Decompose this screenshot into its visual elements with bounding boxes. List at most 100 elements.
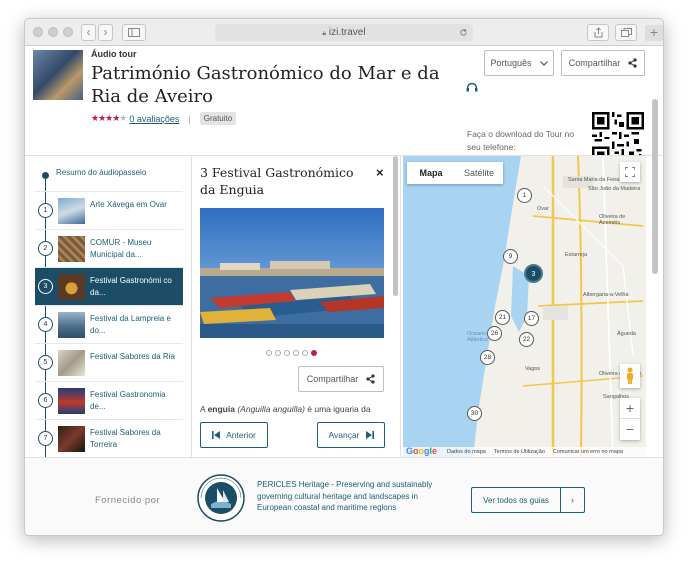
sidebar-item-sabores-ria[interactable]: 5 Festival Sabores da Ria [35, 343, 183, 381]
close-window-button[interactable] [33, 27, 43, 37]
sidebar-item-festival-lampreia[interactable]: 4 Festival da Lampreia e do... [35, 305, 183, 343]
language-label: Português [490, 58, 532, 68]
address-text: izi.travel [328, 27, 366, 38]
map-pin[interactable]: 22 [519, 332, 534, 347]
zoom-in-button[interactable]: + [620, 398, 640, 418]
forward-button[interactable]: › [98, 24, 113, 41]
tab-satellite[interactable]: Satélite [455, 162, 503, 184]
star-rating: ★★★★★ [91, 113, 127, 123]
summary-link[interactable]: Resumo do áudiopasseio [56, 168, 146, 177]
share-icon [594, 27, 602, 38]
rating-row: ★★★★★ 0 avaliações | Gratuito [91, 112, 237, 125]
page-footer: Fornecido por PERICLES Heritage - Preser… [25, 457, 663, 535]
lock-icon: 🔒︎ [322, 30, 327, 37]
next-label: Avançar [328, 430, 360, 440]
org-description: PERICLES Heritage - Preserving and susta… [257, 480, 433, 512]
map-data-link[interactable]: Dados do mapa [447, 449, 486, 455]
stop-description: A enguia (Anguilla anguilla) é uma iguar… [200, 404, 371, 414]
stops-sidebar: Resumo do áudiopasseio 1 Arte Xávega em … [35, 156, 193, 457]
stop-label: Arte Xávega em Ovar [90, 200, 167, 209]
map-place-label: Santa Maria da Feira [568, 177, 620, 183]
sidebar-item-sabores-torreira[interactable]: 7 Festival Sabores da Torreira [35, 419, 183, 457]
photo-pagination [266, 350, 317, 356]
stop-thumbnail [58, 236, 85, 262]
address-bar[interactable]: 🔒︎ izi.travel [215, 24, 473, 41]
map-place-label: Estarreja [565, 252, 588, 258]
map-pin[interactable]: 17 [524, 311, 539, 326]
fullscreen-button[interactable] [620, 162, 640, 182]
stop-share-button[interactable]: Compartilhar [298, 366, 384, 392]
map-place-label: São João da Madeira [588, 186, 641, 192]
tour-thumbnail [33, 50, 83, 100]
maximize-window-button[interactable] [63, 27, 73, 37]
sidebar-item-gastronomia[interactable]: 6 Festival Gastronomia de... [35, 381, 183, 419]
map-terms-link[interactable]: Termos de Utilização [494, 449, 545, 455]
tour-type-label: Áudio tour [91, 49, 137, 59]
zoom-controls: + − [620, 398, 640, 440]
pagination-dot[interactable] [284, 350, 290, 356]
pagination-dot[interactable] [275, 350, 281, 356]
provided-by-label: Fornecido por [95, 495, 161, 506]
stop-title: 3 Festival Gastronómico da Enguia [200, 165, 354, 197]
stop-number: 6 [38, 393, 53, 408]
tab-map[interactable]: Mapa [407, 162, 455, 184]
stop-thumbnail [58, 274, 85, 300]
minimize-window-button[interactable] [48, 27, 58, 37]
detail-scrollbar[interactable] [393, 156, 398, 296]
stop-label: Festival Gastronómi co da... [90, 276, 172, 297]
zoom-out-button[interactable]: − [620, 418, 640, 439]
map-pin[interactable]: 26 [487, 326, 502, 341]
pagination-dot[interactable] [266, 350, 272, 356]
map-view[interactable]: Santa Maria da Feira São João da Madeira… [403, 156, 646, 457]
map-pin[interactable]: 30 [467, 406, 482, 421]
stop-thumbnail [58, 388, 85, 414]
stop-detail-panel: 3 Festival Gastronómico da Enguia × Comp… [191, 156, 401, 457]
download-text: Faça o download do Tour no seu telefone: [467, 129, 575, 152]
fullscreen-icon [624, 166, 636, 178]
pegman-icon [627, 367, 633, 384]
next-button[interactable]: Avançar [317, 422, 385, 448]
map-place-label: Oliveira de Azeméis [599, 214, 626, 226]
share-browser-button[interactable] [587, 24, 609, 41]
pagination-dot-active[interactable] [311, 350, 317, 356]
language-select[interactable]: Português [484, 50, 554, 76]
back-button[interactable]: ‹ [81, 24, 96, 41]
stop-photo [200, 208, 384, 338]
pagination-dot[interactable] [293, 350, 299, 356]
sidebar-item-festival-enguia[interactable]: 3 Festival Gastronómi co da... [35, 267, 183, 305]
close-icon[interactable]: × [376, 165, 384, 180]
stop-label: Festival Sabores da Ria [90, 352, 175, 361]
stop-number: 4 [38, 317, 53, 332]
tabs-button[interactable] [615, 24, 637, 41]
map-pin[interactable]: 21 [495, 310, 510, 325]
browser-titlebar: ‹ › 🔒︎ izi.travel + [25, 19, 663, 46]
map-pin[interactable]: 9 [503, 249, 518, 264]
sidebar-item-comur[interactable]: 2 COMUR - Museu Municipal da... [35, 229, 183, 267]
stop-number: 1 [38, 203, 53, 218]
sidebar-item-arte-xavega[interactable]: 1 Arte Xávega em Ovar [35, 191, 183, 229]
browser-window: ‹ › 🔒︎ izi.travel + Áudio tour Patrimóni… [24, 18, 664, 536]
tour-header: Áudio tour Património Gastronómico do Ma… [25, 46, 663, 164]
chevron-right-icon: › [560, 488, 584, 512]
previous-button[interactable]: Anterior [200, 422, 268, 448]
pericles-logo [197, 474, 245, 522]
separator: | [188, 113, 191, 124]
map-pin[interactable]: 28 [480, 350, 495, 365]
reload-icon[interactable] [459, 28, 468, 37]
pagination-dot[interactable] [302, 350, 308, 356]
street-view-button[interactable] [620, 364, 640, 388]
map-place-label: Albergaria-a-Velha [583, 292, 629, 298]
page-scrollbar[interactable] [652, 99, 658, 274]
skip-previous-icon [212, 431, 221, 439]
chevron-down-icon [539, 60, 548, 66]
new-tab-button[interactable]: + [645, 25, 663, 41]
share-label: Compartilhar [568, 58, 621, 68]
map-pin-active[interactable]: 3 [524, 264, 543, 283]
map-pin[interactable]: 1 [517, 188, 532, 203]
stop-thumbnail [58, 426, 85, 452]
map-report-link[interactable]: Comunicar um erro no mapa [553, 449, 623, 455]
all-guides-button[interactable]: Ver todos os guias › [471, 487, 585, 513]
sidebar-toggle-button[interactable] [122, 24, 146, 41]
share-button[interactable]: Compartilhar [561, 50, 645, 76]
ratings-link[interactable]: 0 avaliações [129, 114, 179, 124]
